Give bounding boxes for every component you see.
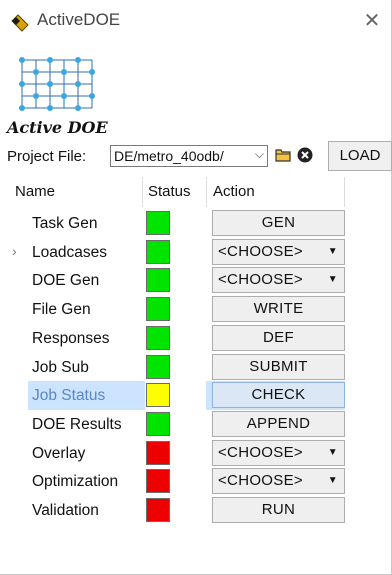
column-separator [206, 177, 207, 207]
action-button[interactable]: WRITE [212, 296, 345, 323]
status-indicator [146, 383, 170, 408]
action-label: <CHOOSE> [218, 242, 303, 260]
action-button[interactable]: CHECK [212, 382, 345, 409]
action-label: APPEND [246, 414, 311, 432]
column-header-name[interactable]: Name [15, 175, 55, 208]
status-indicator [146, 411, 170, 436]
row-name: Task Gen [32, 215, 98, 232]
table-row[interactable]: Task Gen GEN [8, 209, 345, 238]
column-separator [344, 177, 345, 207]
dropdown-arrow-icon: ▼ [327, 245, 338, 257]
action-label: SUBMIT [249, 357, 308, 375]
status-indicator [146, 354, 170, 379]
dropdown-arrow-icon: ▼ [327, 274, 338, 286]
chevron-down-icon: ⌵ [254, 147, 264, 161]
table-row[interactable]: DOE Gen <CHOOSE> ▼ [8, 266, 345, 295]
action-label: CHECK [251, 386, 306, 404]
status-indicator [146, 211, 170, 235]
action-label: DEF [263, 328, 294, 346]
table-row[interactable]: File Gen WRITE [8, 295, 345, 324]
status-indicator [146, 469, 170, 494]
table-row[interactable]: Job Status CHECK [8, 381, 345, 411]
table-row[interactable]: Optimization <CHOOSE> ▼ [8, 467, 345, 496]
table-row[interactable]: DOE Results APPEND [8, 410, 345, 439]
status-indicator [146, 498, 170, 522]
action-button[interactable]: DEF [212, 324, 345, 351]
row-name: Optimization [32, 473, 119, 491]
action-label: <CHOOSE> [218, 472, 303, 490]
close-button[interactable]: ✕ [361, 10, 383, 32]
action-dropdown[interactable]: <CHOOSE> ▼ [212, 439, 345, 466]
active-doe-window: ActiveDOE ✕ Active DOE Project File: DE/… [0, 0, 392, 575]
action-button[interactable]: SUBMIT [212, 353, 345, 380]
chevron-right-icon[interactable]: › [12, 243, 17, 259]
row-name: Loadcases [32, 243, 107, 261]
row-name: Overlay [32, 444, 86, 462]
action-dropdown[interactable]: <CHOOSE> ▼ [212, 267, 345, 294]
status-indicator [146, 325, 170, 350]
project-file-label: Project File: [7, 148, 87, 165]
action-button[interactable]: GEN [212, 210, 345, 236]
logo-text: Active DOE [7, 118, 108, 137]
column-separator [142, 177, 143, 207]
row-name: File Gen [32, 301, 91, 319]
action-label: <CHOOSE> [218, 271, 303, 289]
table-row[interactable]: Validation RUN [8, 496, 345, 525]
dropdown-arrow-icon: ▼ [327, 475, 338, 487]
action-label: <CHOOSE> [218, 443, 303, 461]
row-name: DOE Results [32, 415, 122, 433]
action-dropdown[interactable]: <CHOOSE> ▼ [212, 238, 345, 265]
tag-icon [11, 14, 29, 32]
column-header-action[interactable]: Action [213, 175, 255, 208]
folder-icon[interactable] [275, 148, 291, 162]
row-name: DOE Gen [32, 272, 100, 290]
column-header-status[interactable]: Status [148, 175, 191, 208]
row-name: Responses [32, 329, 110, 347]
workflow-table: Name Status Action Task Gen GEN › Loadcases… [8, 175, 345, 535]
project-file-value: DE/metro_40odb/ [114, 148, 224, 164]
window-title: ActiveDOE [37, 10, 121, 29]
table-row[interactable]: Job Sub SUBMIT [8, 353, 345, 382]
action-button[interactable]: RUN [212, 497, 345, 523]
status-indicator [146, 440, 170, 465]
action-dropdown[interactable]: <CHOOSE> ▼ [212, 468, 345, 495]
status-indicator [146, 297, 170, 322]
table-row[interactable]: Overlay <CHOOSE> ▼ [8, 439, 345, 468]
status-indicator [146, 239, 170, 264]
action-label: GEN [261, 214, 296, 231]
row-name: Job Sub [32, 358, 89, 376]
clear-icon[interactable] [297, 147, 313, 163]
action-label: RUN [261, 501, 296, 518]
title-bar: ActiveDOE ✕ [0, 0, 391, 42]
load-button[interactable]: LOAD [328, 141, 392, 171]
action-button[interactable]: APPEND [212, 410, 345, 437]
action-label: WRITE [253, 300, 304, 318]
dropdown-arrow-icon: ▼ [327, 446, 338, 458]
row-name: Job Status [32, 387, 106, 405]
table-row[interactable]: › Loadcases <CHOOSE> ▼ [8, 238, 345, 267]
status-indicator [146, 268, 170, 293]
table-row[interactable]: Responses DEF [8, 324, 345, 353]
row-name: Validation [32, 502, 99, 519]
project-file-combobox[interactable]: DE/metro_40odb/ ⌵ [110, 145, 268, 167]
